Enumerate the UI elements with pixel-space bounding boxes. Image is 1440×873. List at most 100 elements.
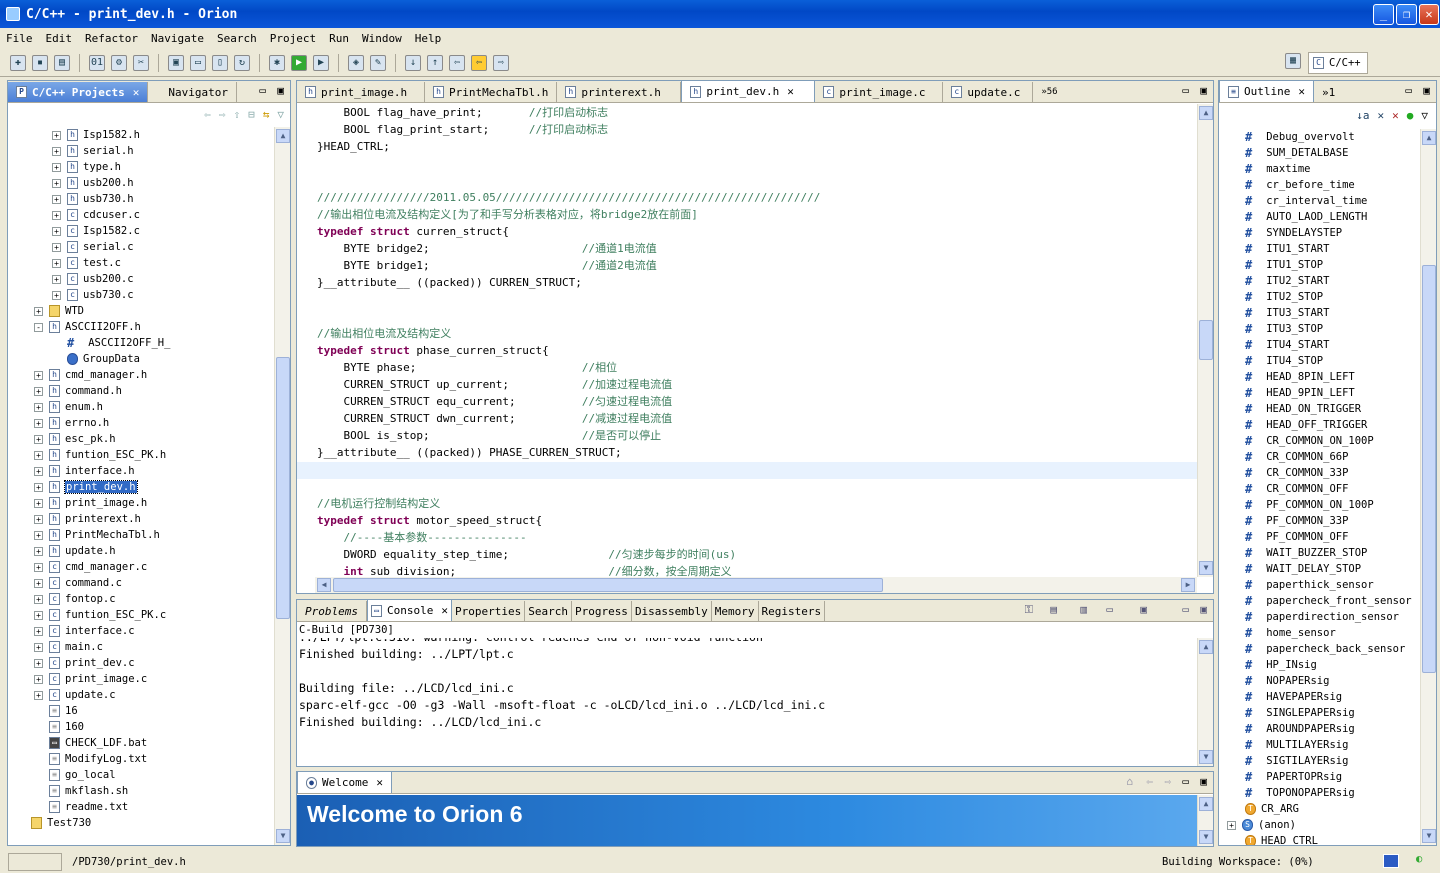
expand-icon[interactable]: + <box>34 690 43 700</box>
tree-item[interactable]: + h usb730.h <box>8 191 274 207</box>
close-button[interactable]: ✕ <box>1419 4 1439 25</box>
close-tab-icon[interactable]: ✕ <box>787 85 794 98</box>
tab-disassembly[interactable]: Disassembly <box>632 601 712 621</box>
tree-item[interactable]: + h cmd_manager.h <box>8 367 274 383</box>
console-output[interactable]: ../LPT/lpt.c:310: warning: control reach… <box>297 638 1197 766</box>
tree-item[interactable]: + h esc_pk.h <box>8 431 274 447</box>
save-icon[interactable]: ▪ <box>32 54 48 71</box>
hide-static-icon[interactable]: ✕ <box>1392 109 1399 122</box>
editor-tab[interactable]: c print_image.c <box>815 82 944 102</box>
tree-item[interactable]: + c print_image.c <box>8 671 274 687</box>
open-folder-icon[interactable]: ▭ <box>190 54 206 71</box>
tab-console[interactable]: ▭ Console ✕ <box>366 599 452 621</box>
tree-item[interactable]: + WTD <box>8 303 274 319</box>
tree-item[interactable]: ≡ 160 <box>8 719 274 735</box>
expand-icon[interactable]: + <box>52 242 61 252</box>
tree-item[interactable]: + c print_dev.c <box>8 655 274 671</box>
editor-tab[interactable]: h print_dev.h ✕ <box>681 80 816 102</box>
expand-icon[interactable]: + <box>52 130 61 140</box>
outline-item[interactable]: # papercheck_back_sensor <box>1219 641 1420 657</box>
expand-icon[interactable]: + <box>34 306 43 316</box>
tree-item[interactable]: # ASCCII2OFF_H_ <box>8 335 274 351</box>
menu-file[interactable]: File <box>6 32 33 45</box>
minimize-view-icon[interactable]: ▭ <box>1182 84 1189 97</box>
outline-item[interactable]: # ITU1_STOP <box>1219 257 1420 273</box>
up-icon[interactable]: ⇧ <box>234 108 241 121</box>
expand-icon[interactable]: + <box>34 434 43 444</box>
tab-progress[interactable]: Progress <box>572 601 632 621</box>
tree-item[interactable]: + c funtion_ESC_PK.c <box>8 607 274 623</box>
clear-console-icon[interactable]: ▤ <box>1050 603 1057 616</box>
back-icon[interactable]: ⇦ <box>449 54 465 71</box>
scroll-up-icon[interactable]: ▲ <box>276 129 290 143</box>
new-icon[interactable]: ✚ <box>10 54 26 71</box>
outline-item[interactable]: # ITU1_START <box>1219 241 1420 257</box>
expand-icon[interactable]: + <box>34 562 43 572</box>
tree-item[interactable]: ≡ ModifyLog.txt <box>8 751 274 767</box>
tree-item[interactable]: Test730 <box>8 815 274 831</box>
tree-item[interactable]: + h type.h <box>8 159 274 175</box>
minimize-view-icon[interactable]: ▭ <box>259 84 266 97</box>
tree-item[interactable]: + h serial.h <box>8 143 274 159</box>
outline-item[interactable]: # NOPAPERsig <box>1219 673 1420 689</box>
scroll-thumb[interactable] <box>1422 265 1436 673</box>
tree-item[interactable]: + h command.h <box>8 383 274 399</box>
scroll-right-icon[interactable]: ▶ <box>1181 578 1195 592</box>
outline-item[interactable]: # home_sensor <box>1219 625 1420 641</box>
tree-item[interactable]: ≡ 16 <box>8 703 274 719</box>
display-console-icon[interactable]: ▭ <box>1106 603 1113 616</box>
tree-item[interactable]: + c test.c <box>8 255 274 271</box>
tree-item[interactable]: + h print_dev.h <box>8 479 274 495</box>
outline-item[interactable]: # AUTO_LAOD_LENGTH <box>1219 209 1420 225</box>
scroll-up-icon[interactable]: ▲ <box>1199 797 1213 811</box>
tree-item[interactable]: + c interface.c <box>8 623 274 639</box>
open-console-icon[interactable]: ▣ <box>1140 603 1147 616</box>
scroll-thumb[interactable] <box>1199 320 1213 360</box>
expand-icon[interactable]: + <box>52 274 61 284</box>
close-tab-icon[interactable]: ✕ <box>1298 85 1305 98</box>
outline-item[interactable]: # ITU3_STOP <box>1219 321 1420 337</box>
tree-item[interactable]: GroupData <box>8 351 274 367</box>
editor-tab[interactable]: h print_image.h <box>297 82 425 102</box>
tab-properties[interactable]: Properties <box>452 601 526 621</box>
tab-navigator[interactable]: Navigator <box>148 82 237 102</box>
expand-icon[interactable]: + <box>34 370 43 380</box>
outline-item[interactable]: # HEAD_8PIN_LEFT <box>1219 369 1420 385</box>
menu-project[interactable]: Project <box>270 32 316 45</box>
tree-item[interactable]: + c serial.c <box>8 239 274 255</box>
expand-icon[interactable]: + <box>34 530 43 540</box>
sort-icon[interactable]: ↓a <box>1356 109 1369 122</box>
tree-item[interactable]: + c Isp1582.c <box>8 223 274 239</box>
outline-item[interactable]: # PF_COMMON_33P <box>1219 513 1420 529</box>
console-text[interactable]: ../LPT/lpt.c:310: warning: control reach… <box>297 638 825 731</box>
outline-item[interactable]: T HEAD_CTRL <box>1219 833 1420 845</box>
tree-item[interactable]: + h enum.h <box>8 399 274 415</box>
outline-item[interactable]: # CR_COMMON_66P <box>1219 449 1420 465</box>
pin-console-icon[interactable]: ⚿ <box>1025 603 1033 617</box>
outline-item[interactable]: # SINGLEPAPERsig <box>1219 705 1420 721</box>
minimize-view-icon[interactable]: ▭ <box>1405 84 1412 97</box>
outline-item[interactable]: # Debug_overvolt <box>1219 129 1420 145</box>
tab-problems[interactable]: Problems <box>297 601 367 621</box>
tab-welcome[interactable]: ● Welcome ✕ <box>297 771 392 793</box>
menu-window[interactable]: Window <box>362 32 402 45</box>
minimize-view-icon[interactable]: ▭ <box>1182 775 1189 788</box>
link-editor-icon[interactable]: ⇆ <box>263 108 270 121</box>
scroll-down-icon[interactable]: ▼ <box>276 829 290 843</box>
outline-item[interactable]: # maxtime <box>1219 161 1420 177</box>
outline-item[interactable]: # SUM_DETALBASE <box>1219 145 1420 161</box>
tree-item[interactable]: ▭ CHECK_LDF.bat <box>8 735 274 751</box>
expand-icon[interactable]: + <box>34 642 43 652</box>
maximize-view-icon[interactable]: ▣ <box>1200 603 1207 616</box>
expand-icon[interactable]: + <box>34 610 43 620</box>
tree-item[interactable]: + h Isp1582.h <box>8 127 274 143</box>
open-perspective-icon[interactable]: ▦ <box>1285 53 1305 73</box>
forward-icon[interactable]: ⇨ <box>493 54 509 71</box>
editor-hscrollbar[interactable]: ◀ ▶ <box>315 577 1197 593</box>
welcome-scrollbar[interactable]: ▲ ▼ <box>1197 795 1213 846</box>
tree-item[interactable]: + c usb200.c <box>8 271 274 287</box>
forward-icon[interactable]: ⇨ <box>1164 775 1171 788</box>
close-tab-icon[interactable]: ✕ <box>441 604 448 617</box>
outline-item[interactable]: # cr_interval_time <box>1219 193 1420 209</box>
outline-item[interactable]: # SIGTILAYERsig <box>1219 753 1420 769</box>
